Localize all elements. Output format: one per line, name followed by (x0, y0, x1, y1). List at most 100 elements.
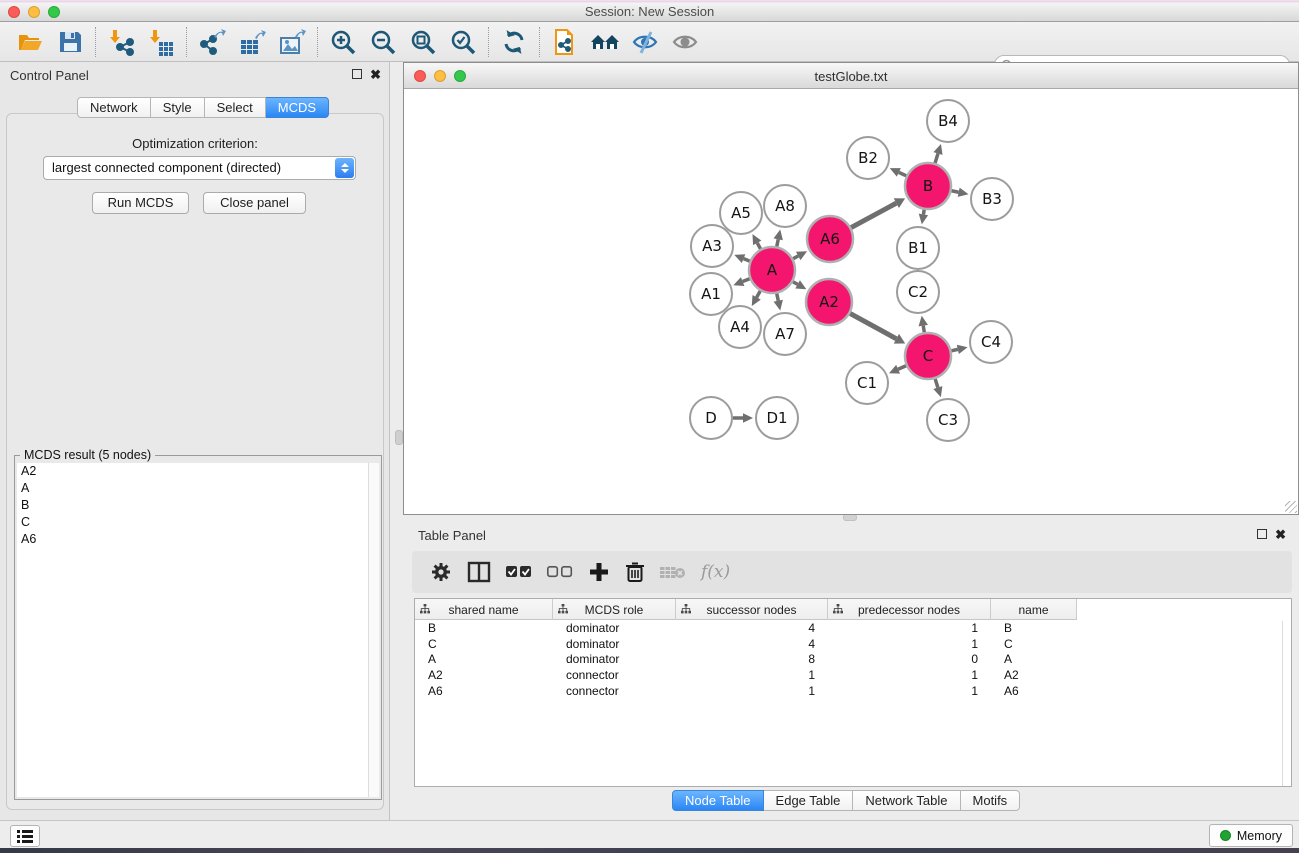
export-image-icon[interactable] (272, 25, 312, 59)
graph-edge-C-C2[interactable] (923, 326, 924, 333)
deselect-all-checkboxes-icon[interactable] (547, 565, 573, 579)
close-panel-button[interactable]: Close panel (203, 192, 306, 214)
table-cell[interactable]: C (991, 637, 1077, 653)
column-header-predecessor-nodes[interactable]: predecessor nodes (828, 599, 991, 620)
refresh-icon[interactable] (494, 25, 534, 59)
table-cell[interactable]: 1 (676, 684, 828, 700)
table-cell[interactable]: A (415, 652, 553, 668)
table-cell[interactable]: connector (553, 684, 676, 700)
column-header-name[interactable]: name (991, 599, 1077, 620)
tab-style[interactable]: Style (151, 97, 205, 118)
table-cell[interactable]: 0 (828, 652, 991, 668)
table-tab-motifs[interactable]: Motifs (961, 790, 1021, 811)
result-item[interactable]: C (17, 514, 379, 531)
run-mcds-button[interactable]: Run MCDS (92, 192, 189, 214)
tab-network[interactable]: Network (77, 97, 151, 118)
graph-edge-C-C4[interactable] (951, 349, 957, 350)
table-cell[interactable]: A2 (415, 668, 553, 684)
column-header-MCDS-role[interactable]: MCDS role (553, 599, 676, 620)
export-network-icon[interactable] (192, 25, 232, 59)
table-tab-network-table[interactable]: Network Table (853, 790, 960, 811)
graph-edge-A-A2[interactable] (793, 282, 798, 285)
graph-edge-B-B4[interactable] (935, 153, 938, 163)
graph-edge-B-B1[interactable] (923, 210, 924, 215)
table-cell[interactable]: 4 (676, 621, 828, 637)
table-cell[interactable]: 1 (676, 668, 828, 684)
graph-edge-A-A6[interactable] (793, 256, 798, 259)
home-icon[interactable] (585, 25, 625, 59)
graph-edge-A-A7[interactable] (777, 294, 778, 301)
table-row[interactable]: A2connector11A2 (415, 668, 1077, 684)
mcds-result-list[interactable]: A2ABCA6 (17, 463, 379, 797)
graph-edge-A2-C[interactable] (850, 313, 896, 338)
graph-edge-A-A3[interactable] (744, 259, 750, 261)
graph-edge-A-A4[interactable] (757, 291, 761, 297)
network-window-titlebar[interactable]: testGlobe.txt (404, 63, 1298, 89)
result-item[interactable]: B (17, 497, 379, 514)
table-cell[interactable]: dominator (553, 621, 676, 637)
table-cell[interactable]: A2 (991, 668, 1077, 684)
float-panel-icon[interactable] (352, 69, 362, 79)
import-table-icon[interactable] (141, 25, 181, 59)
table-cell[interactable]: B (415, 621, 553, 637)
vertical-splitter-handle[interactable] (395, 430, 403, 445)
graph-edge-A-A1[interactable] (743, 279, 750, 282)
tab-select[interactable]: Select (205, 97, 266, 118)
graph-edge-C-C1[interactable] (898, 366, 906, 370)
show-graphics-details-icon[interactable] (665, 25, 705, 59)
table-row[interactable]: Cdominator41C (415, 637, 1077, 653)
hide-graphics-details-icon[interactable] (625, 25, 665, 59)
new-network-from-file-icon[interactable] (545, 25, 585, 59)
table-cell[interactable]: 8 (676, 652, 828, 668)
column-header-shared-name[interactable]: shared name (415, 599, 553, 620)
table-cell[interactable]: 1 (828, 668, 991, 684)
column-header-successor-nodes[interactable]: successor nodes (676, 599, 828, 620)
horizontal-splitter-handle[interactable] (843, 514, 857, 521)
open-folder-icon[interactable] (10, 25, 50, 59)
zoom-selected-icon[interactable] (443, 25, 483, 59)
zoom-fit-icon[interactable] (403, 25, 443, 59)
import-network-icon[interactable] (101, 25, 141, 59)
export-table-icon[interactable] (232, 25, 272, 59)
table-tab-node-table[interactable]: Node Table (672, 790, 764, 811)
result-scrollbar[interactable] (368, 463, 379, 797)
delete-column-icon[interactable] (625, 561, 645, 583)
graph-edge-B-B2[interactable] (899, 172, 906, 175)
add-column-icon[interactable] (588, 561, 610, 583)
result-item[interactable]: A (17, 480, 379, 497)
save-icon[interactable] (50, 25, 90, 59)
graph-edge-A-A5[interactable] (757, 243, 760, 249)
select-all-checkboxes-icon[interactable] (506, 565, 532, 579)
graph-edge-C-C3[interactable] (935, 379, 938, 388)
graph-edge-A-A8[interactable] (777, 239, 778, 246)
tab-mcds[interactable]: MCDS (266, 97, 329, 118)
float-table-panel-icon[interactable] (1257, 529, 1267, 539)
memory-button[interactable]: Memory (1209, 824, 1293, 847)
close-table-panel-icon[interactable]: ✖ (1275, 527, 1286, 543)
network-canvas[interactable]: AA1A2A3A4A5A6A7A8BB1B2B3B4CC1C2C3C4DD1 (404, 89, 1298, 514)
table-cell[interactable]: 4 (676, 637, 828, 653)
table-cell[interactable]: A6 (991, 684, 1077, 700)
zoom-in-icon[interactable] (323, 25, 363, 59)
table-row[interactable]: Bdominator41B (415, 621, 1077, 637)
table-cell[interactable]: dominator (553, 652, 676, 668)
result-item[interactable]: A6 (17, 531, 379, 548)
zoom-out-icon[interactable] (363, 25, 403, 59)
table-cell[interactable]: 1 (828, 637, 991, 653)
table-tab-edge-table[interactable]: Edge Table (764, 790, 854, 811)
graph-edge-A6-B[interactable] (851, 203, 896, 227)
gear-icon[interactable] (430, 561, 452, 583)
table-row[interactable]: Adominator80A (415, 652, 1077, 668)
table-cell[interactable]: 1 (828, 621, 991, 637)
table-row[interactable]: A6connector11A6 (415, 684, 1077, 700)
table-cell[interactable]: C (415, 637, 553, 653)
graph-edge-B-B3[interactable] (952, 191, 959, 192)
table-cell[interactable]: B (991, 621, 1077, 637)
table-cell[interactable]: A6 (415, 684, 553, 700)
close-panel-icon[interactable]: ✖ (370, 67, 381, 83)
task-history-button[interactable] (10, 825, 40, 847)
table-cell[interactable]: connector (553, 668, 676, 684)
result-item[interactable]: A2 (17, 463, 379, 480)
table-cell[interactable]: 1 (828, 684, 991, 700)
table-cell[interactable]: dominator (553, 637, 676, 653)
